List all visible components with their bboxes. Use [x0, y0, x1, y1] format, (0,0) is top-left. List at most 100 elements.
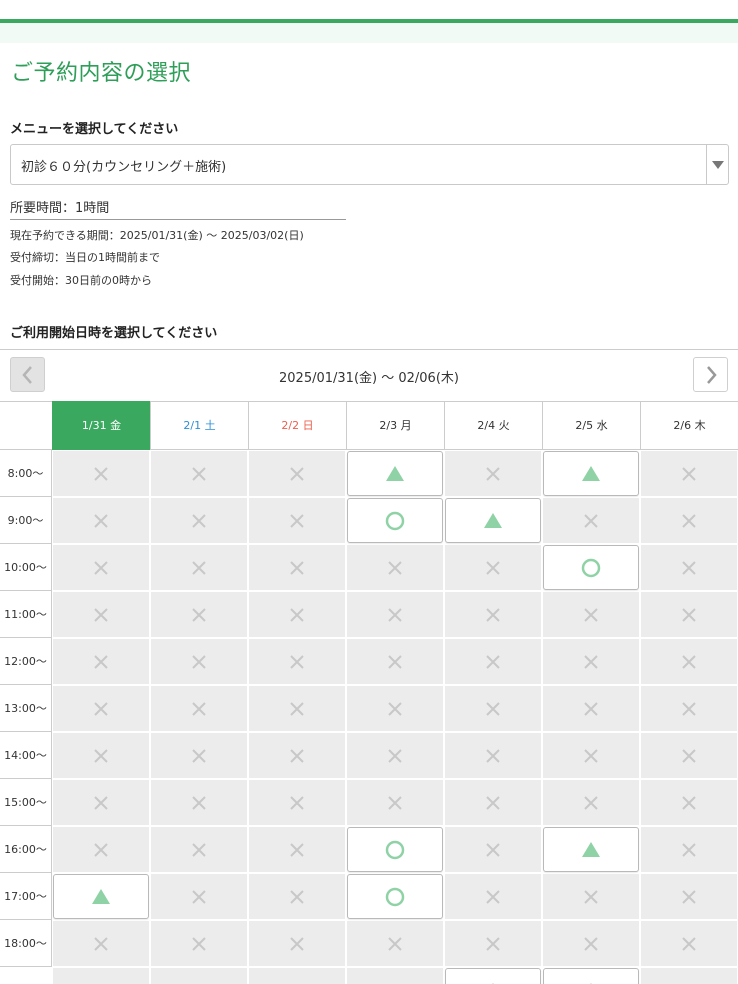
cross-icon: [192, 560, 206, 575]
cross-icon: [94, 936, 108, 951]
unavailable-slot: [347, 639, 443, 684]
cross-icon: [192, 889, 206, 904]
available-slot[interactable]: [347, 827, 443, 872]
info-deadline: 受付締切：当日の1時間前まで: [10, 251, 160, 264]
cross-icon: [192, 654, 206, 669]
time-label: 12:00〜: [0, 638, 52, 685]
cross-icon: [290, 466, 304, 481]
unavailable-slot: [151, 827, 247, 872]
unavailable-slot: [445, 639, 541, 684]
day-header: 2/5 水: [542, 401, 640, 450]
unavailable-slot: [53, 733, 149, 778]
duration-text: 所要時間：1時間: [10, 201, 110, 216]
available-slot[interactable]: [347, 874, 443, 919]
cross-icon: [94, 560, 108, 575]
available-slot[interactable]: [445, 498, 541, 543]
cross-icon: [682, 654, 696, 669]
cross-icon: [192, 513, 206, 528]
circle-icon: [385, 840, 405, 859]
cross-icon: [486, 466, 500, 481]
time-label: 16:00〜: [0, 826, 52, 873]
unavailable-slot: [249, 498, 345, 543]
cross-icon: [584, 936, 598, 951]
cross-icon: [388, 748, 402, 763]
time-label: 14:00〜: [0, 732, 52, 779]
unavailable-slot: [641, 827, 737, 872]
unavailable-slot: [347, 545, 443, 590]
available-slot[interactable]: [347, 498, 443, 543]
unavailable-slot: [347, 921, 443, 966]
unavailable-slot: [641, 780, 737, 825]
unavailable-slot: [543, 733, 639, 778]
unavailable-slot: [151, 686, 247, 731]
cross-icon: [192, 701, 206, 716]
available-slot[interactable]: [445, 968, 541, 984]
triangle-icon: [492, 982, 494, 984]
calendar-corner: [0, 401, 52, 450]
datetime-section-label: ご利用開始日時を選択してください: [10, 326, 218, 341]
unavailable-slot: [151, 592, 247, 637]
cross-icon: [290, 795, 304, 810]
cross-icon: [94, 748, 108, 763]
cross-icon: [94, 842, 108, 857]
unavailable-slot: [641, 733, 737, 778]
cross-icon: [94, 513, 108, 528]
cross-icon: [486, 748, 500, 763]
day-header: 2/2 日: [248, 401, 346, 450]
unavailable-slot: [445, 733, 541, 778]
unavailable-slot: [249, 968, 345, 984]
unavailable-slot: [151, 968, 247, 984]
cross-icon: [192, 607, 206, 622]
triangle-icon: [92, 888, 110, 904]
unavailable-slot: [641, 498, 737, 543]
info-start: 受付開始：30日前の0時から: [10, 274, 152, 287]
unavailable-slot: [641, 639, 737, 684]
unavailable-slot: [151, 498, 247, 543]
chevron-right-icon: [707, 366, 717, 384]
available-slot[interactable]: [543, 827, 639, 872]
available-slot[interactable]: [53, 874, 149, 919]
cross-icon: [388, 701, 402, 716]
divider: [0, 349, 738, 350]
chevron-down-icon[interactable]: [706, 145, 728, 184]
cross-icon: [486, 889, 500, 904]
unavailable-slot: [641, 545, 737, 590]
time-label: 18:00〜: [0, 920, 52, 967]
info-period: 現在予約できる期間：2025/01/31(金) 〜 2025/03/02(日): [10, 229, 304, 242]
time-label: 11:00〜: [0, 591, 52, 638]
unavailable-slot: [249, 921, 345, 966]
cross-icon: [584, 654, 598, 669]
cross-icon: [95, 983, 107, 984]
triangle-icon: [582, 841, 600, 857]
cross-icon: [94, 607, 108, 622]
cross-icon: [388, 654, 402, 669]
cross-icon: [388, 560, 402, 575]
cross-icon: [192, 748, 206, 763]
cross-icon: [290, 701, 304, 716]
cross-icon: [682, 936, 696, 951]
cross-icon: [290, 560, 304, 575]
available-slot[interactable]: [543, 451, 639, 496]
unavailable-slot: [641, 592, 737, 637]
unavailable-slot: [347, 686, 443, 731]
unavailable-slot: [543, 874, 639, 919]
cross-icon: [192, 795, 206, 810]
unavailable-slot: [249, 639, 345, 684]
cross-icon: [584, 513, 598, 528]
cross-icon: [94, 795, 108, 810]
available-slot[interactable]: [543, 545, 639, 590]
cross-icon: [584, 701, 598, 716]
cross-icon: [682, 842, 696, 857]
unavailable-slot: [151, 733, 247, 778]
menu-select[interactable]: 初診６０分(カウンセリング＋施術): [10, 144, 729, 185]
next-week-button[interactable]: [693, 357, 728, 392]
available-slot[interactable]: [347, 451, 443, 496]
cross-icon: [682, 466, 696, 481]
cross-icon: [682, 889, 696, 904]
available-slot[interactable]: [543, 968, 639, 984]
unavailable-slot: [445, 780, 541, 825]
unavailable-slot: [445, 874, 541, 919]
unavailable-slot: [641, 968, 737, 984]
cross-icon: [682, 795, 696, 810]
unavailable-slot: [249, 780, 345, 825]
